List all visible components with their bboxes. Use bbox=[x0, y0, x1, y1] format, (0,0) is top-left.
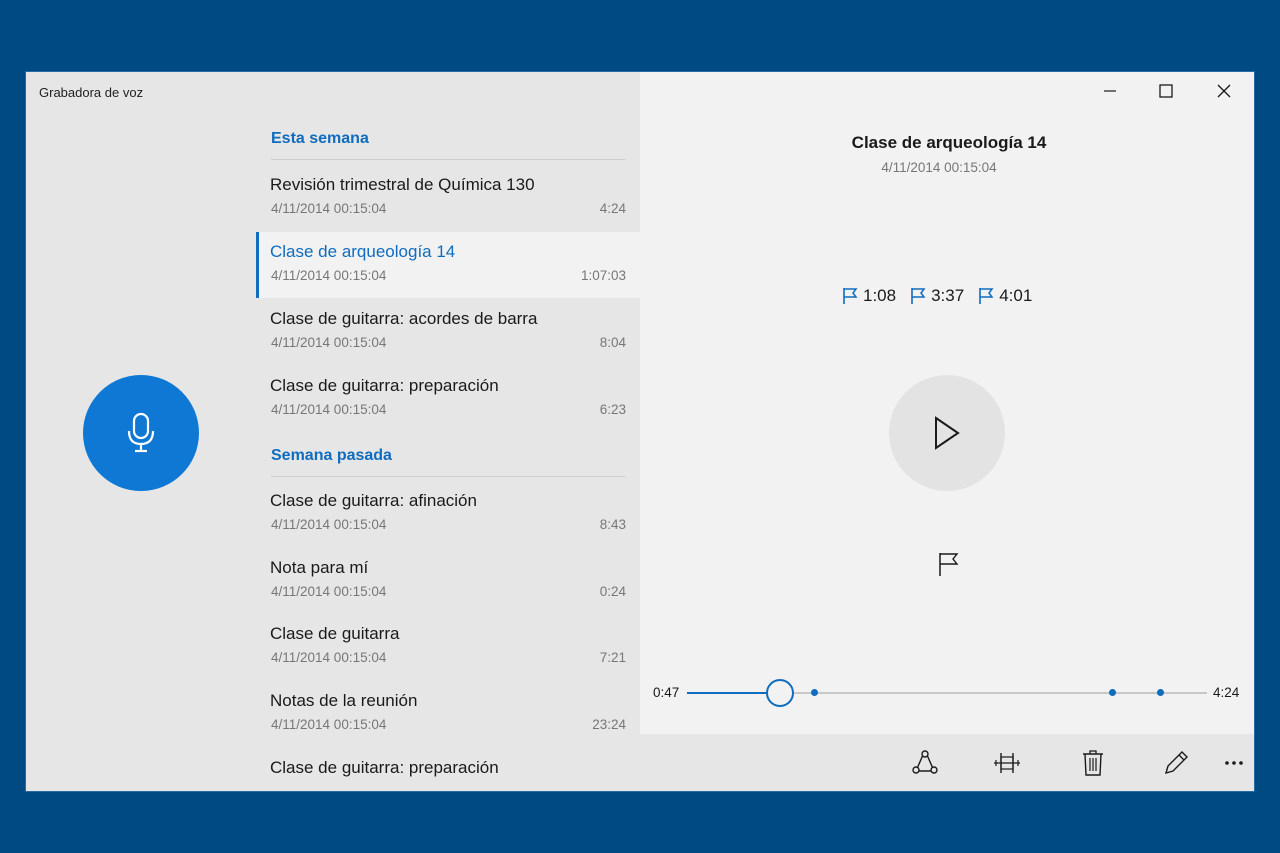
microphone-icon bbox=[127, 412, 155, 453]
list-item[interactable]: Nota para mí 4/11/2014 00:15:04 0:24 bbox=[256, 548, 640, 614]
item-date: 4/11/2014 00:15:04 bbox=[271, 584, 387, 599]
marker-item[interactable]: 3:37 bbox=[910, 286, 964, 306]
flag-icon bbox=[979, 288, 994, 304]
marker-time: 1:08 bbox=[863, 286, 897, 305]
total-time: 4:24 bbox=[1213, 685, 1240, 700]
record-button[interactable] bbox=[83, 375, 199, 491]
item-duration: 0:24 bbox=[599, 584, 626, 599]
item-title: Clase de arqueología 14 bbox=[270, 242, 456, 261]
minimize-button[interactable] bbox=[1090, 78, 1130, 104]
recordings-list[interactable]: Esta semana Revisión trimestral de Quími… bbox=[256, 72, 640, 791]
list-item[interactable]: Clase de guitarra: acordes de barra 4/11… bbox=[256, 299, 640, 365]
item-title: Clase de guitarra: preparación bbox=[270, 758, 499, 777]
share-icon bbox=[912, 750, 938, 774]
seek-bar[interactable] bbox=[687, 679, 1207, 707]
list-item-selected[interactable]: Clase de arqueología 14 4/11/2014 00:15:… bbox=[256, 232, 640, 298]
item-date: 4/11/2014 00:15:04 bbox=[271, 517, 387, 532]
item-duration: 8:04 bbox=[599, 335, 626, 350]
item-title: Revisión trimestral de Química 130 bbox=[270, 175, 535, 194]
item-date: 4/11/2014 00:15:04 bbox=[271, 650, 387, 665]
app-title: Grabadora de voz bbox=[39, 85, 144, 100]
flag-icon bbox=[911, 288, 926, 304]
list-item[interactable]: Clase de guitarra 4/11/2014 00:15:04 7:2… bbox=[256, 614, 640, 680]
list-item[interactable]: Clase de guitarra: afinación 4/11/2014 0… bbox=[256, 481, 640, 547]
item-duration: 23:24 bbox=[592, 717, 626, 732]
marker-time: 4:01 bbox=[999, 286, 1033, 305]
item-date: 4/11/2014 00:15:04 bbox=[271, 402, 387, 417]
item-duration: 6:23 bbox=[599, 402, 626, 417]
item-title: Clase de guitarra: acordes de barra bbox=[270, 309, 538, 328]
current-time: 0:47 bbox=[653, 685, 680, 700]
list-item[interactable]: Clase de guitarra: preparación bbox=[256, 748, 640, 791]
detail-pane: Clase de arqueología 14 4/11/2014 00:15:… bbox=[640, 72, 1254, 791]
list-item[interactable]: Clase de guitarra: preparación 4/11/2014… bbox=[256, 366, 640, 432]
more-options-button[interactable] bbox=[1216, 746, 1252, 780]
item-date: 4/11/2014 00:15:04 bbox=[271, 268, 387, 283]
item-title: Clase de guitarra: preparación bbox=[270, 376, 499, 395]
maximize-button[interactable] bbox=[1146, 78, 1186, 104]
section-header-last-week: Semana pasada bbox=[271, 447, 626, 477]
voice-recorder-window: Grabadora de voz Esta semana Revisión tr… bbox=[26, 72, 1254, 791]
list-item[interactable]: Revisión trimestral de Química 130 4/11/… bbox=[256, 165, 640, 231]
marker-time: 3:37 bbox=[931, 286, 965, 305]
play-button[interactable] bbox=[889, 375, 1005, 491]
marker-tick[interactable] bbox=[811, 689, 819, 696]
close-button[interactable] bbox=[1204, 78, 1244, 104]
left-pane: Grabadora de voz bbox=[26, 72, 256, 791]
list-item[interactable]: Notas de la reunión 4/11/2014 00:15:04 2… bbox=[256, 681, 640, 747]
rename-button[interactable] bbox=[1156, 746, 1196, 780]
item-date: 4/11/2014 00:15:04 bbox=[271, 335, 387, 350]
play-icon bbox=[935, 416, 960, 450]
close-icon bbox=[1217, 84, 1231, 98]
minimize-icon bbox=[1104, 90, 1116, 92]
item-duration: 7:21 bbox=[599, 650, 626, 665]
delete-button[interactable] bbox=[1073, 746, 1113, 780]
item-duration: 8:43 bbox=[599, 517, 626, 532]
share-button[interactable] bbox=[905, 746, 945, 780]
add-marker-button[interactable] bbox=[935, 550, 961, 578]
section-header-this-week: Esta semana bbox=[271, 130, 626, 160]
item-title: Nota para mí bbox=[270, 558, 369, 577]
trash-icon bbox=[1083, 750, 1103, 776]
flag-icon bbox=[939, 553, 959, 576]
trim-button[interactable] bbox=[987, 746, 1027, 780]
recording-title: Clase de arqueología 14 bbox=[851, 133, 1047, 152]
more-icon bbox=[1225, 761, 1243, 765]
item-title: Notas de la reunión bbox=[270, 691, 418, 710]
item-title: Clase de guitarra: afinación bbox=[270, 491, 477, 510]
item-date: 4/11/2014 00:15:04 bbox=[271, 717, 387, 732]
markers-list: 1:08 3:37 4:01 bbox=[842, 286, 1032, 306]
maximize-icon bbox=[1159, 84, 1173, 98]
item-duration: 1:07:03 bbox=[580, 268, 626, 283]
seek-thumb[interactable] bbox=[765, 679, 794, 707]
marker-tick[interactable] bbox=[1156, 689, 1164, 696]
marker-item[interactable]: 1:08 bbox=[842, 286, 896, 306]
item-title: Clase de guitarra bbox=[270, 624, 400, 643]
item-date: 4/11/2014 00:15:04 bbox=[271, 201, 387, 216]
recording-date: 4/11/2014 00:15:04 bbox=[881, 160, 997, 175]
marker-tick[interactable] bbox=[1109, 689, 1117, 696]
trim-icon bbox=[994, 753, 1020, 773]
pencil-icon bbox=[1164, 751, 1188, 775]
marker-item[interactable]: 4:01 bbox=[978, 286, 1032, 306]
item-duration: 4:24 bbox=[599, 201, 626, 216]
flag-icon bbox=[843, 288, 858, 304]
bottom-toolbar bbox=[640, 734, 1254, 791]
